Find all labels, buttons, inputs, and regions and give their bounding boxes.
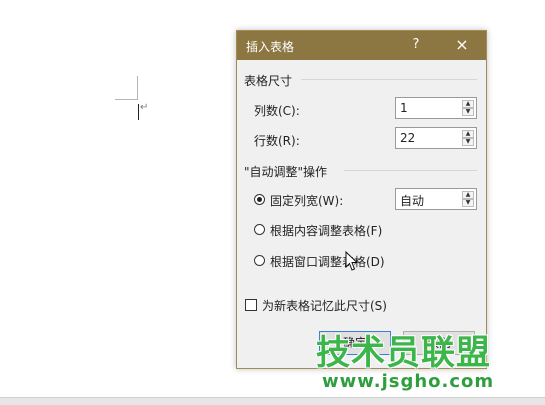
watermark-text: 技术员联盟 — [316, 333, 491, 373]
columns-up-arrow-icon[interactable]: ▲ — [462, 100, 474, 108]
fixed-width-spinner[interactable]: 自动 ▲ ▼ — [395, 188, 477, 210]
fixed-width-down-arrow-icon[interactable]: ▼ — [462, 199, 474, 207]
dialog-title: 插入表格 — [246, 40, 295, 54]
site-watermark: 技术员联盟 www.jsgho.com — [316, 334, 545, 392]
help-button[interactable]: ? — [406, 36, 426, 54]
columns-value: 1 — [400, 101, 408, 115]
fixed-width-radio[interactable] — [254, 194, 265, 205]
paragraph-mark: ↵ — [140, 102, 149, 113]
table-size-divider — [301, 79, 477, 80]
margin-corner-mark-horizontal — [115, 99, 137, 100]
dialog-titlebar[interactable]: 插入表格 ? × — [237, 31, 486, 60]
mouse-pointer-icon — [345, 251, 359, 271]
columns-spin-arrows: ▲ ▼ — [462, 100, 474, 116]
columns-down-arrow-icon[interactable]: ▼ — [462, 108, 474, 116]
fit-window-label[interactable]: 根据窗口调整表格(D) — [270, 253, 385, 270]
rows-down-arrow-icon[interactable]: ▼ — [462, 138, 474, 146]
columns-label: 列数(C): — [254, 104, 300, 118]
columns-spinner[interactable]: 1 ▲ ▼ — [395, 97, 477, 119]
watermark-url: www.jsgho.com — [322, 371, 495, 392]
margin-corner-mark-vertical — [137, 76, 138, 100]
fit-window-radio[interactable] — [254, 255, 265, 266]
radio-selected-dot — [257, 197, 262, 202]
rows-spinner[interactable]: 22 ▲ ▼ — [395, 127, 477, 149]
fixed-width-up-arrow-icon[interactable]: ▲ — [462, 191, 474, 199]
close-button[interactable]: × — [451, 35, 473, 55]
autofit-divider — [344, 170, 477, 171]
rows-spin-arrows: ▲ ▼ — [462, 130, 474, 146]
fit-content-label[interactable]: 根据内容调整表格(F) — [270, 222, 382, 239]
text-caret — [138, 104, 139, 120]
autofit-group-label: "自动调整"操作 — [244, 165, 328, 179]
remember-size-label[interactable]: 为新表格记忆此尺寸(S) — [262, 297, 387, 314]
fit-content-radio[interactable] — [254, 224, 265, 235]
rows-value: 22 — [400, 131, 416, 145]
rows-label: 行数(R): — [254, 134, 300, 148]
insert-table-dialog: 插入表格 ? × 表格尺寸 列数(C): 1 ▲ ▼ 行数(R): 22 ▲ ▼… — [236, 30, 487, 369]
table-size-group-label: 表格尺寸 — [244, 74, 293, 88]
fixed-width-spin-arrows: ▲ ▼ — [462, 191, 474, 207]
rows-up-arrow-icon[interactable]: ▲ — [462, 130, 474, 138]
fixed-width-value: 自动 — [400, 194, 425, 208]
fixed-width-label[interactable]: 固定列宽(W): — [270, 192, 343, 209]
remember-size-checkbox[interactable] — [245, 299, 257, 311]
